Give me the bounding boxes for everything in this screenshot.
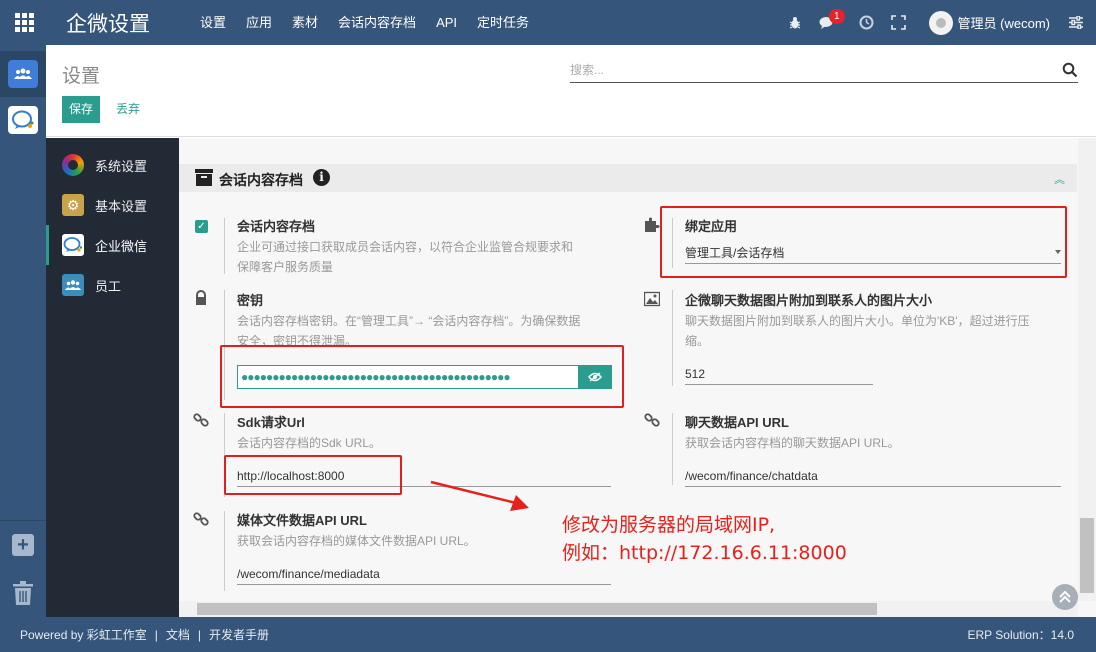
plus-icon: + (12, 534, 34, 556)
archive-checkbox[interactable]: ✓ (195, 220, 208, 233)
setting-label: 聊天数据API URL (685, 415, 790, 430)
avatar (928, 10, 953, 35)
sidebar-item-employees[interactable]: 员工 (46, 265, 179, 305)
collapse-icon[interactable]: ︽ (1054, 171, 1065, 187)
section-header: 会话内容存档 i ︽ (179, 164, 1077, 192)
image-icon (644, 291, 660, 307)
vertical-scroll-thumb[interactable] (1080, 518, 1094, 593)
setting-label: 会话内容存档 (237, 219, 316, 234)
lock-icon (196, 290, 206, 305)
sidebar-item-system[interactable]: 系统设置 (46, 145, 179, 185)
annotation-text: 修改为服务器的局域网IP, 例如：http://172.16.6.11:8000 (562, 511, 882, 567)
sidebar-item-label: 企业微信 (95, 238, 148, 254)
bug-icon[interactable] (779, 0, 811, 45)
top-navbar: 企微设置 设置 应用 素材 会话内容存档 API 定时任务 1 管理员 (wec… (0, 0, 1096, 45)
menu-item-api[interactable]: API (426, 0, 467, 45)
trash-button[interactable] (0, 569, 46, 617)
setting-desc: 会话内容存档的Sdk URL。 (237, 436, 382, 450)
activity-clock-icon[interactable] (851, 0, 883, 45)
setting-desc: 聊天数据图片附加到联系人的图片大小。单位为'KB'，超过进行压 缩。 (685, 314, 1030, 348)
footer-docs-link[interactable]: 文档 (166, 626, 190, 643)
menu-item-material[interactable]: 素材 (282, 0, 328, 45)
app-title[interactable]: 企微设置 (66, 8, 150, 38)
image-size-input[interactable]: 512 (685, 367, 873, 385)
chat-api-input[interactable]: /wecom/finance/chatdata (685, 469, 1061, 487)
scroll-to-top-button[interactable] (1052, 584, 1078, 610)
settings-sidebar: 系统设置 ⚙ 基本设置 企业微信 员工 (46, 138, 179, 617)
search-input[interactable] (570, 59, 1050, 81)
info-icon[interactable]: i (313, 169, 330, 186)
sliders-icon[interactable] (1060, 0, 1092, 45)
sidebar-item-label: 基本设置 (95, 198, 148, 214)
employees-icon (62, 274, 84, 296)
app-wecom-contacts[interactable] (0, 51, 46, 97)
annotation-arrow (430, 480, 529, 511)
link-icon (193, 413, 209, 427)
user-menu[interactable]: 管理员 (wecom) (928, 10, 1050, 35)
search-icon[interactable] (1062, 62, 1078, 78)
sidebar-item-label: 员工 (95, 278, 122, 294)
sidebar-item-basic[interactable]: ⚙ 基本设置 (46, 185, 179, 225)
wecom-app-icon (8, 106, 38, 134)
app-wecom-settings[interactable] (0, 97, 46, 143)
footer: Powered by 彩虹工作室 | 文档 | 开发者手册 ERP Soluti… (0, 617, 1096, 652)
save-button[interactable]: 保存 (62, 96, 101, 123)
menu-item-apps[interactable]: 应用 (236, 0, 282, 45)
footer-powered-by[interactable]: Powered by 彩虹工作室 (20, 626, 147, 643)
puzzle-icon (645, 217, 660, 232)
wecom-icon (62, 234, 84, 256)
highlight-sdk-url (224, 455, 402, 495)
trash-icon (13, 581, 33, 605)
chevron-up-icon (1059, 591, 1071, 603)
highlight-secret (220, 345, 624, 408)
setting-desc: 企业可通过接口获取成员会话内容，以符合企业监管合规要求和 保障客户服务质量 (237, 240, 574, 274)
messages-icon[interactable]: 1 (811, 0, 845, 45)
add-app-button[interactable]: + (0, 521, 46, 569)
message-count-badge: 1 (828, 9, 845, 24)
gear-icon: ⚙ (62, 194, 84, 216)
section-title: 会话内容存档 (219, 172, 303, 188)
footer-dev-manual-link[interactable]: 开发者手册 (209, 626, 269, 643)
app-switcher-bar: + (0, 45, 46, 617)
highlight-bind-app (660, 206, 1067, 278)
menu-item-cron[interactable]: 定时任务 (467, 0, 539, 45)
contacts-app-icon (8, 60, 38, 88)
link-icon (644, 413, 660, 427)
archive-icon (195, 169, 213, 186)
user-name: 管理员 (wecom) (957, 16, 1050, 31)
search-box (570, 59, 1078, 83)
setting-label: 密钥 (237, 293, 264, 308)
setting-media-api: 媒体文件数据API URL 获取会话内容存档的媒体文件数据API URL。 (237, 510, 617, 551)
color-ring-icon (62, 154, 84, 176)
setting-image-size: 企微聊天数据图片附加到联系人的图片大小 聊天数据图片附加到联系人的图片大小。单位… (685, 290, 1065, 351)
setting-desc: 获取会话内容存档的聊天数据API URL。 (685, 436, 900, 450)
sidebar-item-wecom[interactable]: 企业微信 (46, 225, 179, 265)
setting-label: Sdk请求Url (237, 415, 305, 430)
setting-archive: 会话内容存档 企业可通过接口获取成员会话内容，以符合企业监管合规要求和 保障客户服… (237, 216, 617, 277)
link-icon (193, 512, 209, 526)
page-title: 设置 (62, 66, 101, 87)
setting-desc: 获取会话内容存档的媒体文件数据API URL。 (237, 534, 476, 548)
annotation-line-1: 修改为服务器的局域网IP, (562, 514, 776, 536)
menu-item-settings[interactable]: 设置 (190, 0, 236, 45)
setting-chat-api: 聊天数据API URL 获取会话内容存档的聊天数据API URL。 (685, 412, 1065, 453)
media-api-input[interactable]: /wecom/finance/mediadata (237, 567, 611, 585)
annotation-line-2: 例如：http://172.16.6.11:8000 (562, 542, 847, 564)
sidebar-item-label: 系统设置 (95, 158, 148, 174)
top-menu: 设置 应用 素材 会话内容存档 API 定时任务 (190, 0, 539, 45)
control-panel: 设置 保存 丢弃 (46, 45, 1096, 137)
footer-version: ERP Solution：14.0 (967, 628, 1074, 642)
setting-label: 媒体文件数据API URL (237, 513, 368, 528)
setting-secret: 密钥 会话内容存档密钥。在“管理工具”→ “会话内容存档”。为确保数据 安全，密钥… (237, 290, 617, 351)
discard-button[interactable]: 丢弃 (114, 96, 142, 123)
setting-sdk-url: Sdk请求Url 会话内容存档的Sdk URL。 (237, 412, 617, 453)
menu-item-archive[interactable]: 会话内容存档 (328, 0, 426, 45)
fullscreen-icon[interactable] (883, 0, 915, 45)
horizontal-scroll-thumb[interactable] (197, 603, 877, 615)
setting-label: 企微聊天数据图片附加到联系人的图片大小 (685, 293, 933, 308)
apps-menu-icon[interactable] (0, 0, 48, 45)
